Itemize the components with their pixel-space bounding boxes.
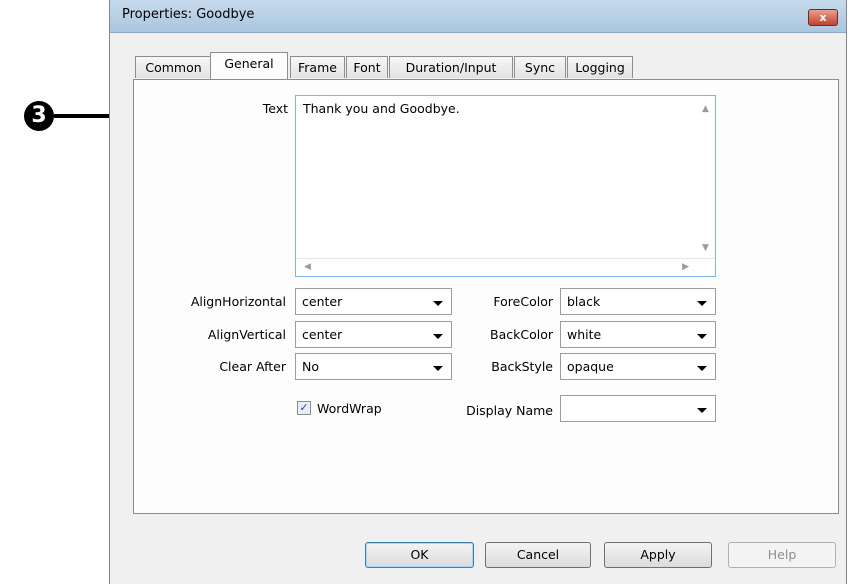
back-style-label: BackStyle (491, 359, 553, 374)
back-style-value: opaque (567, 359, 614, 374)
clear-after-value: No (302, 359, 319, 374)
align-horizontal-value: center (302, 294, 343, 309)
text-input-value: Thank you and Goodbye. (303, 101, 460, 116)
window-title: Properties: Goodbye (122, 7, 255, 22)
chevron-down-icon (697, 408, 707, 413)
fore-color-select[interactable]: black (560, 288, 716, 315)
chevron-down-icon (433, 366, 443, 371)
display-name-label: Display Name (466, 403, 553, 418)
wordwrap-checkbox[interactable]: ✓ (297, 401, 311, 415)
back-color-select[interactable]: white (560, 321, 716, 348)
text-input[interactable]: Thank you and Goodbye. ▲ ▼ ◀ ▶ (295, 95, 716, 277)
fore-color-label: ForeColor (493, 294, 553, 309)
chevron-down-icon (433, 334, 443, 339)
display-name-select[interactable] (560, 395, 716, 422)
align-vertical-value: center (302, 327, 343, 342)
wordwrap-label[interactable]: WordWrap (317, 401, 382, 416)
chevron-down-icon (697, 334, 707, 339)
tab-frame[interactable]: Frame (290, 56, 345, 78)
align-vertical-label: AlignVertical (207, 327, 286, 342)
scroll-left-icon[interactable]: ◀ (304, 262, 311, 272)
tab-font[interactable]: Font (346, 56, 388, 78)
back-style-select[interactable]: opaque (560, 353, 716, 380)
apply-button[interactable]: Apply (604, 542, 712, 568)
scroll-down-icon[interactable]: ▼ (702, 243, 709, 253)
align-vertical-select[interactable]: center (295, 321, 452, 348)
back-color-value: white (567, 327, 602, 342)
chevron-down-icon (433, 301, 443, 306)
tab-general[interactable]: General (210, 52, 288, 79)
title-bar: Properties: Goodbye x (110, 0, 846, 33)
text-label: Text (262, 101, 288, 116)
horizontal-scrollbar[interactable]: ◀ ▶ (296, 258, 715, 276)
tab-duration-input[interactable]: Duration/Input (389, 56, 513, 78)
ok-button[interactable]: OK (365, 542, 474, 568)
tab-sync[interactable]: Sync (514, 56, 566, 78)
clear-after-select[interactable]: No (295, 353, 452, 380)
fore-color-value: black (567, 294, 601, 309)
help-button[interactable]: Help (728, 542, 836, 568)
tab-common[interactable]: Common (135, 56, 212, 78)
scroll-up-icon[interactable]: ▲ (702, 104, 709, 114)
back-color-label: BackColor (490, 327, 553, 342)
close-button[interactable]: x (808, 9, 838, 26)
properties-dialog: Properties: Goodbye x Common General Fra… (109, 0, 847, 584)
vertical-scrollbar[interactable]: ▲ ▼ (698, 96, 715, 259)
align-horizontal-select[interactable]: center (295, 288, 452, 315)
tab-logging[interactable]: Logging (567, 56, 633, 78)
cancel-button[interactable]: Cancel (485, 542, 591, 568)
chevron-down-icon (697, 366, 707, 371)
clear-after-label: Clear After (219, 359, 286, 374)
chevron-down-icon (697, 301, 707, 306)
align-horizontal-label: AlignHorizontal (190, 294, 286, 309)
scroll-right-icon[interactable]: ▶ (682, 262, 689, 272)
